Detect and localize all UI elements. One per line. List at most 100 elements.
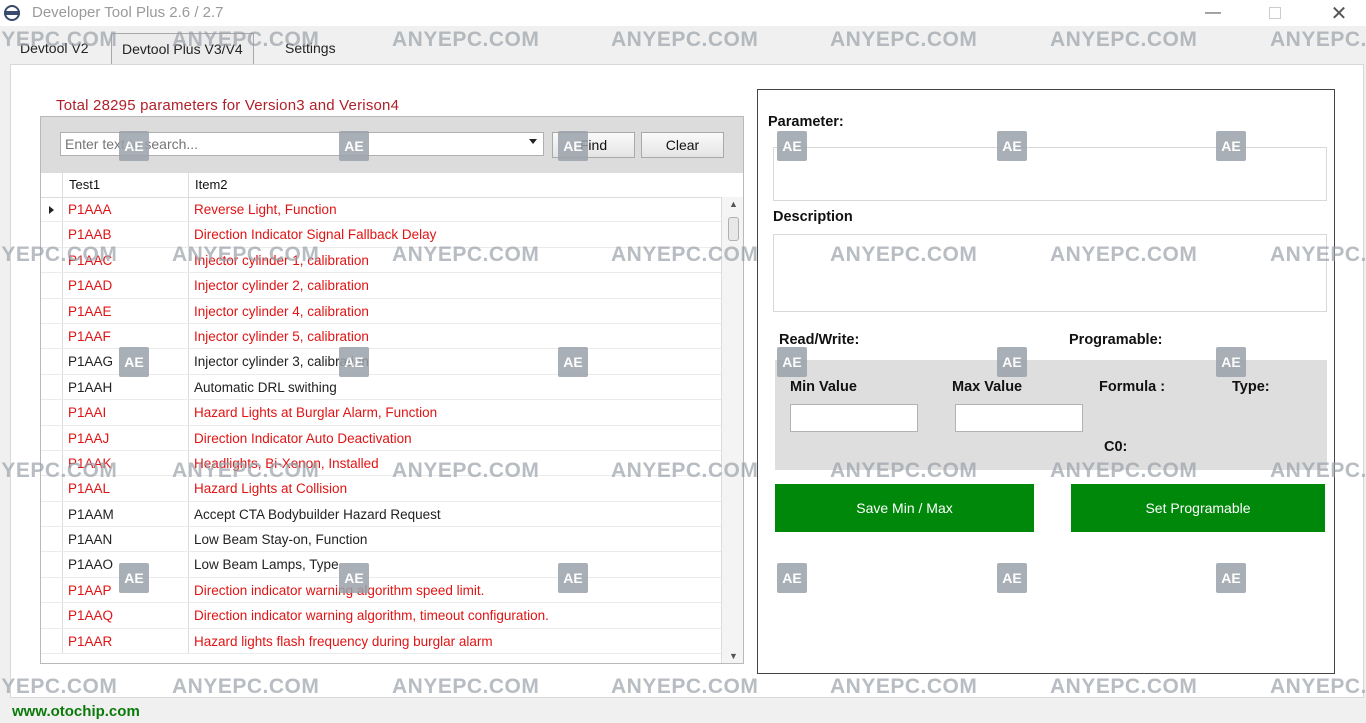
readwrite-label: Read/Write:	[779, 332, 860, 348]
max-value-input[interactable]	[955, 404, 1083, 432]
scroll-down-icon[interactable]: ▼	[729, 651, 738, 661]
window-title: Developer Tool Plus 2.6 / 2.7	[32, 4, 224, 21]
cell-code: P1AAO	[63, 552, 189, 577]
row-selector[interactable]	[41, 501, 63, 527]
cell-code: P1AAD	[63, 273, 189, 298]
table-row[interactable]: P1AAP Direction indicator warning algorit…	[41, 577, 721, 604]
row-selector[interactable]	[41, 197, 63, 222]
cell-item: Automatic DRL swithing	[194, 379, 337, 395]
cell-item: Injector cylinder 4, calibration	[194, 303, 369, 319]
row-selector[interactable]	[41, 222, 63, 247]
column-header-test1[interactable]: Test1	[63, 173, 189, 197]
cell-code: P1AAP	[63, 577, 189, 603]
c0-label: C0:	[1104, 439, 1128, 455]
description-field[interactable]	[773, 234, 1327, 312]
app-logo-icon	[4, 5, 20, 21]
tab-settings[interactable]: Settings	[275, 36, 346, 62]
save-min-max-button[interactable]: Save Min / Max	[775, 484, 1034, 532]
cell-code: P1AAF	[63, 323, 189, 349]
row-selector[interactable]	[41, 577, 63, 603]
cell-item: Direction indicator warning algorithm, t…	[194, 608, 549, 624]
table-row[interactable]: P1AAJ Direction Indicator Auto Deactivati…	[41, 425, 721, 451]
cell-code: P1AAH	[63, 374, 189, 400]
cell-code: P1AAE	[63, 298, 189, 323]
table-row[interactable]: P1AAC Injector cylinder 1, calibration	[41, 247, 721, 274]
cell-item: Direction Indicator Auto Deactivation	[194, 430, 412, 446]
cell-code: P1AAQ	[63, 603, 189, 628]
grid-rows: P1AAA Reverse Light, Function P1AAB Directi…	[41, 197, 721, 663]
cell-item: Headlights, Bi-Xenon, Installed	[194, 455, 379, 471]
cell-code: P1AAJ	[63, 425, 189, 450]
cell-code: P1AAG	[63, 349, 189, 374]
row-selector[interactable]	[41, 450, 63, 476]
row-selector-header	[41, 173, 63, 197]
current-row-arrow-icon	[49, 206, 54, 214]
close-button[interactable]: ✕	[1316, 0, 1362, 26]
table-row[interactable]: P1AAG Injector cylinder 3, calibration	[41, 349, 721, 375]
column-header-item2[interactable]: Item2	[189, 173, 721, 197]
table-row[interactable]: P1AAL Hazard Lights at Collision	[41, 476, 721, 502]
type-label: Type:	[1232, 379, 1270, 395]
tab-strip: Devtool V2 Devtool Plus V3/V4 Settings	[0, 30, 1366, 65]
table-row[interactable]: P1AAI Hazard Lights at Burglar Alarm, Fun…	[41, 400, 721, 426]
table-row[interactable]: P1AAN Low Beam Stay-on, Function	[41, 527, 721, 553]
cell-item: Direction indicator warning algorithm sp…	[194, 582, 485, 598]
tab-devtool-v2[interactable]: Devtool V2	[10, 36, 98, 62]
row-selector[interactable]	[41, 374, 63, 400]
tab-devtool-plus-v3-v4[interactable]: Devtool Plus V3/V4	[111, 33, 254, 65]
table-row[interactable]: P1AAH Automatic DRL swithing	[41, 374, 721, 401]
row-selector[interactable]	[41, 273, 63, 298]
row-selector[interactable]	[41, 247, 63, 273]
table-row[interactable]: P1AAB Direction Indicator Signal Fallback…	[41, 222, 721, 248]
table-row[interactable]: P1AAE Injector cylinder 4, calibration	[41, 298, 721, 324]
cell-item: Injector cylinder 5, calibration	[194, 328, 369, 344]
row-selector[interactable]	[41, 298, 63, 323]
maximize-button[interactable]	[1252, 0, 1298, 26]
scrollbar-thumb[interactable]	[728, 217, 739, 241]
cell-item: Hazard lights flash frequency during bur…	[194, 633, 493, 649]
row-selector[interactable]	[41, 476, 63, 501]
cell-code: P1AAM	[63, 501, 189, 527]
table-row[interactable]: P1AAQ Direction indicator warning algorit…	[41, 603, 721, 629]
vertical-scrollbar[interactable]: ▲ ▼	[721, 197, 743, 663]
row-selector[interactable]	[41, 628, 63, 654]
clear-button[interactable]: Clear	[641, 132, 724, 158]
min-value-label: Min Value	[790, 379, 857, 395]
row-selector[interactable]	[41, 349, 63, 374]
cell-code: P1AAL	[63, 476, 189, 501]
cell-code: P1AAC	[63, 247, 189, 273]
dropdown-arrow-icon[interactable]	[529, 139, 537, 144]
cell-item: Hazard Lights at Burglar Alarm, Function	[194, 405, 438, 421]
row-selector[interactable]	[41, 425, 63, 450]
cell-item: Injector cylinder 1, calibration	[194, 252, 369, 268]
table-row[interactable]: P1AAA Reverse Light, Function	[41, 197, 721, 223]
min-value-input[interactable]	[790, 404, 918, 432]
parameter-grid-panel: Find Clear Test1 Item2 P1AAA Reverse Ligh…	[40, 116, 744, 664]
table-row[interactable]: P1AAR Hazard lights flash frequency durin…	[41, 628, 721, 655]
cell-code: P1AAK	[63, 450, 189, 476]
formula-label: Formula :	[1099, 379, 1166, 395]
row-selector[interactable]	[41, 400, 63, 425]
search-input[interactable]	[60, 132, 544, 156]
set-programable-button[interactable]: Set Programable	[1071, 484, 1325, 532]
row-selector[interactable]	[41, 527, 63, 552]
table-row[interactable]: P1AAD Injector cylinder 2, calibration	[41, 273, 721, 299]
scroll-up-icon[interactable]: ▲	[729, 199, 738, 209]
row-selector[interactable]	[41, 603, 63, 628]
table-row[interactable]: P1AAO Low Beam Lamps, Type	[41, 552, 721, 578]
row-selector[interactable]	[41, 552, 63, 577]
cell-code: P1AAN	[63, 527, 189, 552]
table-row[interactable]: P1AAK Headlights, Bi-Xenon, Installed	[41, 450, 721, 477]
find-button[interactable]: Find	[552, 132, 635, 158]
row-selector[interactable]	[41, 323, 63, 349]
parameter-label: Parameter:	[768, 114, 844, 130]
cell-item: Low Beam Lamps, Type	[194, 557, 339, 573]
table-row[interactable]: P1AAM Accept CTA Bodybuilder Hazard Reque…	[41, 501, 721, 528]
cell-item: Reverse Light, Function	[194, 202, 337, 217]
table-row[interactable]: P1AAF Injector cylinder 5, calibration	[41, 323, 721, 350]
parameter-field[interactable]	[773, 147, 1327, 201]
programable-label: Programable:	[1069, 332, 1163, 348]
cell-item: Low Beam Stay-on, Function	[194, 532, 368, 548]
footer-website-link[interactable]: www.otochip.com	[12, 703, 140, 720]
minimize-button[interactable]: —	[1190, 0, 1236, 26]
